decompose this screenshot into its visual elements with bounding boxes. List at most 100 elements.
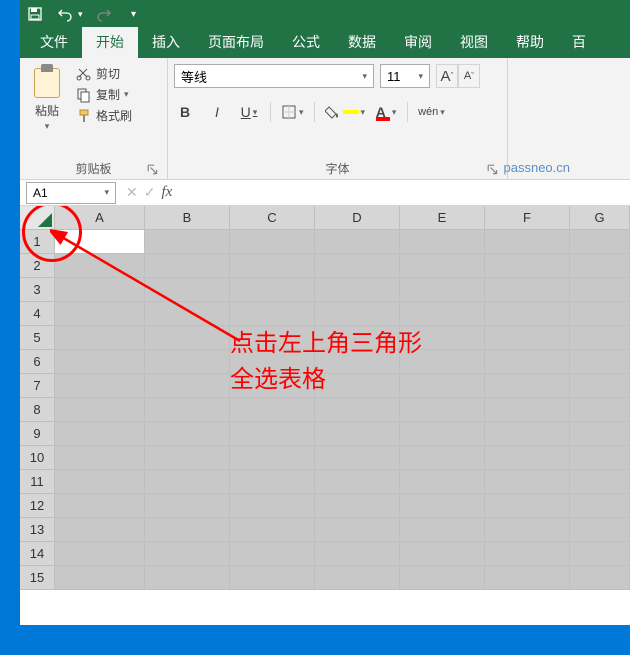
cell[interactable] [55,374,145,398]
cell[interactable] [145,422,230,446]
cell[interactable] [230,422,315,446]
cell[interactable] [485,350,570,374]
increase-font-button[interactable]: Aˆ [436,64,458,88]
cell[interactable] [230,470,315,494]
cell[interactable] [570,494,630,518]
cell[interactable] [315,422,400,446]
cell[interactable] [485,374,570,398]
cell[interactable] [400,230,485,254]
cell[interactable] [400,566,485,590]
cell[interactable] [485,518,570,542]
cell[interactable] [570,542,630,566]
row-header[interactable]: 15 [20,566,55,590]
paste-button[interactable]: 粘贴 ▾ [26,62,68,157]
cell[interactable] [400,470,485,494]
cell[interactable] [485,446,570,470]
cell[interactable] [145,470,230,494]
column-header[interactable]: E [400,206,485,230]
cell[interactable] [315,278,400,302]
cell[interactable] [570,374,630,398]
cell[interactable] [400,446,485,470]
cell[interactable] [485,326,570,350]
tab-home[interactable]: 开始 [82,27,138,58]
cell[interactable] [55,518,145,542]
qat-customize-icon[interactable]: ▾ [125,5,143,23]
cell[interactable] [55,494,145,518]
tab-file[interactable]: 文件 [26,27,82,58]
column-header[interactable]: F [485,206,570,230]
cell[interactable] [485,302,570,326]
tab-data[interactable]: 数据 [334,27,390,58]
cell[interactable] [145,518,230,542]
cell[interactable] [230,518,315,542]
save-icon[interactable] [26,5,44,23]
cell[interactable] [400,518,485,542]
cell[interactable] [570,230,630,254]
cell[interactable] [400,302,485,326]
cell[interactable] [230,494,315,518]
cell[interactable] [570,422,630,446]
tab-review[interactable]: 审阅 [390,27,446,58]
format-painter-button[interactable]: 格式刷 [72,106,136,125]
cell[interactable] [145,494,230,518]
tab-extra[interactable]: 百 [558,27,600,58]
font-name-select[interactable]: 等线▾ [174,64,374,88]
dialog-launcher-icon[interactable] [147,164,159,176]
tab-formula[interactable]: 公式 [278,27,334,58]
cell[interactable] [315,230,400,254]
cell[interactable] [570,302,630,326]
cell[interactable] [230,398,315,422]
cell[interactable] [145,542,230,566]
cell[interactable] [485,494,570,518]
cell[interactable] [315,494,400,518]
row-header[interactable]: 12 [20,494,55,518]
font-color-button[interactable]: A▾ [375,103,397,121]
cell[interactable] [570,278,630,302]
decrease-font-button[interactable]: Aˇ [458,64,480,88]
cell[interactable] [55,422,145,446]
cell[interactable] [55,470,145,494]
bold-button[interactable]: B [174,104,196,120]
row-header[interactable]: 13 [20,518,55,542]
fill-color-button[interactable]: ▾ [325,105,366,119]
tab-help[interactable]: 帮助 [502,27,558,58]
tab-insert[interactable]: 插入 [138,27,194,58]
cell[interactable] [315,302,400,326]
cell[interactable] [570,446,630,470]
redo-icon[interactable] [95,5,113,23]
italic-button[interactable]: I [206,104,228,120]
cell[interactable] [315,542,400,566]
underline-button[interactable]: U▾ [238,104,260,120]
cell[interactable] [230,446,315,470]
cell[interactable] [400,422,485,446]
row-header[interactable]: 8 [20,398,55,422]
name-box[interactable]: A1▾ [26,182,116,204]
cell[interactable] [145,446,230,470]
cell[interactable] [400,278,485,302]
cell[interactable] [400,542,485,566]
cell[interactable] [570,566,630,590]
undo-icon[interactable] [56,5,74,23]
fx-button[interactable]: fx [161,184,172,201]
cell[interactable] [315,398,400,422]
cell[interactable] [315,446,400,470]
column-header[interactable]: D [315,206,400,230]
border-button[interactable]: ▾ [281,104,304,120]
font-size-select[interactable]: 11▾ [380,64,430,88]
cell[interactable] [485,230,570,254]
cell[interactable] [400,494,485,518]
cell[interactable] [485,422,570,446]
cell[interactable] [485,470,570,494]
undo-dropdown-icon[interactable]: ▾ [78,9,83,20]
tab-view[interactable]: 视图 [446,27,502,58]
cell[interactable] [400,398,485,422]
phonetic-button[interactable]: wén▾ [418,106,445,118]
cell[interactable] [485,278,570,302]
cell[interactable] [485,542,570,566]
row-header[interactable]: 10 [20,446,55,470]
column-header[interactable]: G [570,206,630,230]
dialog-launcher-icon[interactable] [487,164,499,176]
row-header[interactable]: 11 [20,470,55,494]
cell[interactable] [55,542,145,566]
cell[interactable] [315,518,400,542]
